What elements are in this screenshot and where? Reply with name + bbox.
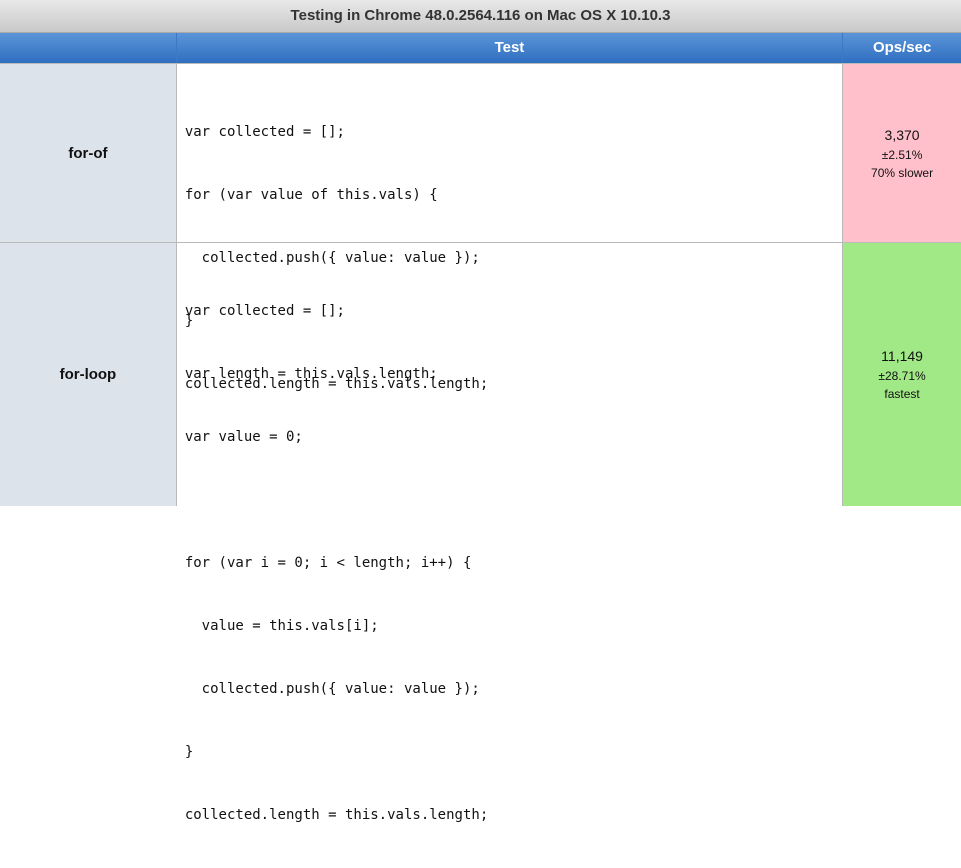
code-line: collected.length = this.vals.length; <box>184 807 489 823</box>
code-line: for (var value of this.vals) { <box>184 187 438 203</box>
test-code: var collected = []; var length = this.va… <box>177 243 844 823</box>
ops-status: 70% slower <box>871 165 934 180</box>
code-line: value = this.vals[i]; <box>184 618 379 634</box>
code-line: var collected = []; <box>184 124 345 140</box>
ops-error: ±28.71% <box>878 369 926 383</box>
code-line: collected.push({ value: value }); <box>184 681 480 697</box>
ops-result-fastest: 11,149 ±28.71% fastest <box>843 243 961 506</box>
code-line: var length = this.vals.length; <box>184 366 438 382</box>
code-line: } <box>184 744 194 760</box>
ops-value: 3,370 <box>884 126 920 143</box>
header-test: Test <box>175 33 843 63</box>
ops-value: 11,149 <box>881 348 923 364</box>
ops-status: fastest <box>884 387 920 401</box>
table-header: Test Ops/sec <box>0 33 961 63</box>
table-row: for-loop var collected = []; var length … <box>0 242 961 823</box>
test-name: for-loop <box>0 243 177 506</box>
ops-error: ±2.51% <box>881 147 923 162</box>
table-row: for-of var collected = []; for (var valu… <box>0 63 961 392</box>
ops-result-slower: 3,370 ±2.51% 70% slower <box>843 64 961 242</box>
header-spacer <box>0 33 176 63</box>
code-line: var value = 0; <box>184 429 303 445</box>
header-ops-sec: Ops/sec <box>842 33 961 63</box>
code-line: var collected = []; <box>184 303 345 319</box>
code-line: for (var i = 0; i < length; i++) { <box>184 555 472 571</box>
browser-caption: Testing in Chrome 48.0.2564.116 on Mac O… <box>0 0 961 33</box>
test-code: var collected = []; for (var value of th… <box>177 64 844 392</box>
test-name: for-of <box>0 64 177 242</box>
